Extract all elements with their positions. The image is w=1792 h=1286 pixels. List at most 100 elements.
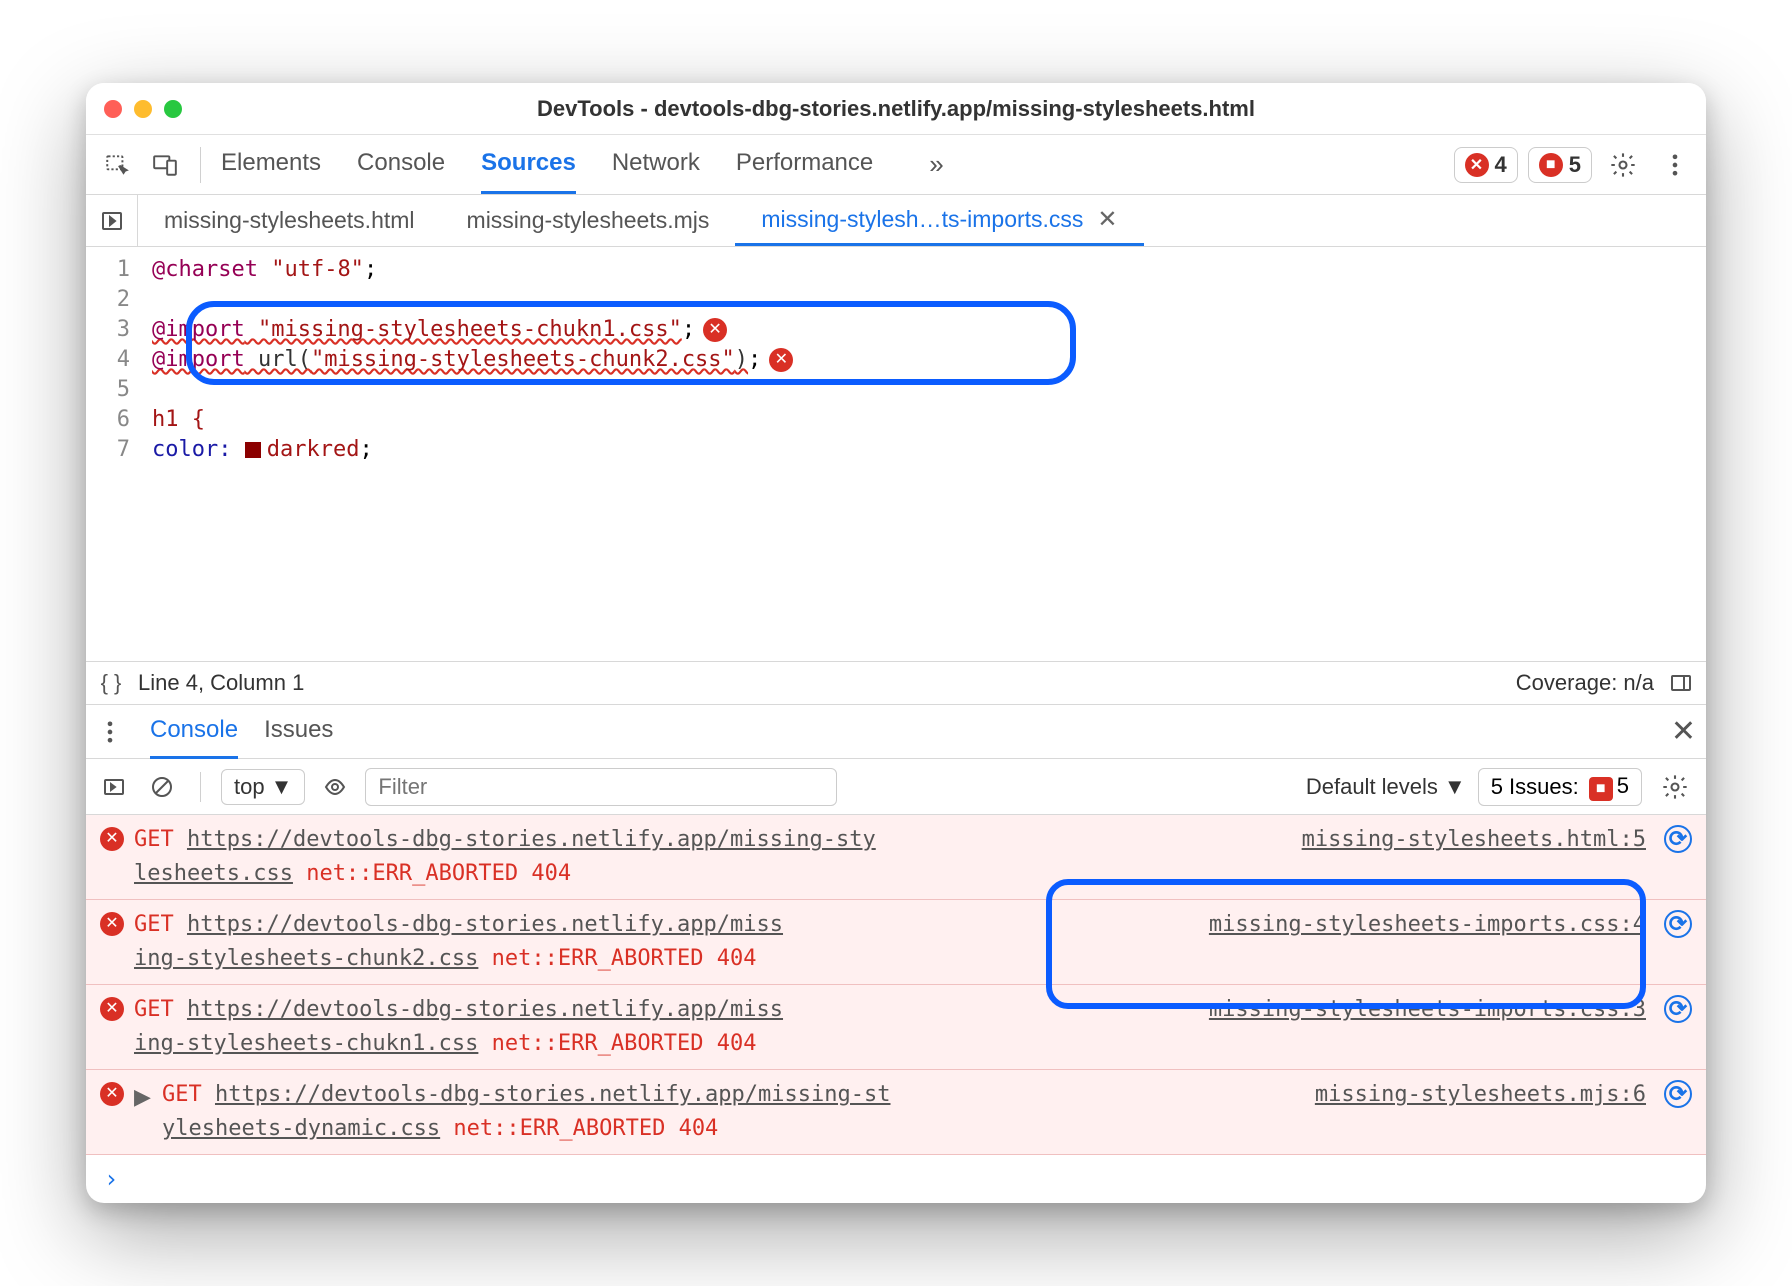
issues-count: 5 [1617,773,1629,798]
chevron-down-icon: ▼ [1444,774,1466,800]
file-tab-1[interactable]: missing-stylesheets.mjs [441,195,736,246]
request-url[interactable]: https://devtools-dbg-stories.netlify.app… [187,827,876,852]
console-message[interactable]: ✕ ▶ GET https://devtools-dbg-stories.net… [86,1070,1706,1155]
device-toolbar-icon[interactable] [144,144,186,186]
request-method: GET [134,827,187,852]
cursor-position: Line 4, Column 1 [138,670,304,696]
tab-elements[interactable]: Elements [221,135,321,194]
code-token: darkred [267,437,360,462]
reload-icon[interactable]: ⟳ [1664,1080,1692,1108]
request-url[interactable]: ing-stylesheets-chunk2.css [134,946,478,971]
console-message[interactable]: ✕ GET https://devtools-dbg-stories.netli… [86,985,1706,1070]
drawer-tabs: Console Issues ✕ [86,705,1706,759]
error-icon: ✕ [100,1082,124,1106]
code-token: "missing-stylesheets-chunk2.css" [311,347,735,372]
error-icon: ✕ [100,912,124,936]
request-url[interactable]: https://devtools-dbg-stories.netlify.app… [187,912,783,937]
request-url[interactable]: ylesheets-dynamic.css [162,1116,440,1141]
issues-label: 5 Issues: [1491,774,1579,800]
inspect-element-icon[interactable] [96,144,138,186]
drawer-tab-issues[interactable]: Issues [264,704,333,759]
code-token: h1 { [152,407,205,432]
drawer: Console Issues ✕ top ▼ Default levels [86,705,1706,1203]
show-navigator-icon[interactable] [86,195,138,246]
context-label: top [234,774,265,800]
code-content[interactable]: @charset "utf-8"; @import "missing-style… [142,247,803,661]
inline-error-icon[interactable]: ✕ [769,348,793,372]
request-url[interactable]: lesheets.css [134,861,293,886]
sidebar-toggle-icon[interactable] [1666,668,1696,698]
tab-console[interactable]: Console [357,135,445,194]
source-link[interactable]: missing-stylesheets-imports.css:3 [1209,993,1646,1027]
issues-badge[interactable]: ■ 5 [1528,147,1592,183]
more-tabs-button[interactable]: » [909,149,963,180]
source-editor[interactable]: 1 2 3 4 5 6 7 @charset "utf-8"; @import … [86,247,1706,661]
toolbar-right: ✕ 4 ■ 5 [1454,144,1697,186]
pretty-print-icon[interactable]: { } [96,668,126,698]
toolbar-divider [200,147,201,183]
errors-badge[interactable]: ✕ 4 [1454,147,1518,183]
error-icon: ✕ [100,997,124,1021]
source-link[interactable]: missing-stylesheets-imports.css:4 [1209,908,1646,942]
live-expression-icon[interactable] [317,769,353,805]
code-token: "utf-8" [258,257,364,282]
code-token: @import [152,317,245,342]
levels-label: Default levels [1306,774,1438,800]
line-gutter: 1 2 3 4 5 6 7 [86,247,142,661]
kebab-menu-icon[interactable] [1654,144,1696,186]
line-number: 1 [86,255,130,285]
file-tab-0[interactable]: missing-stylesheets.html [138,195,441,246]
log-level-selector[interactable]: Default levels ▼ [1306,774,1466,800]
statusbar: { } Line 4, Column 1 Coverage: n/a [86,661,1706,705]
drawer-tab-console[interactable]: Console [150,704,238,759]
inline-error-icon[interactable]: ✕ [703,318,727,342]
color-swatch[interactable] [245,442,261,458]
error-text: net::ERR_ABORTED 404 [440,1116,718,1141]
close-icon[interactable]: ✕ [1671,714,1696,749]
console-prompt[interactable]: › [86,1155,1706,1203]
console-message[interactable]: ✕ GET https://devtools-dbg-stories.netli… [86,815,1706,900]
console-settings-icon[interactable] [1654,766,1696,808]
toolbar-divider [200,772,201,802]
file-tab-label: missing-stylesheets.html [164,207,415,234]
code-token: @import [152,347,245,372]
tab-sources[interactable]: Sources [481,135,576,194]
request-url[interactable]: https://devtools-dbg-stories.netlify.app… [187,997,783,1022]
file-tab-label: missing-stylesh…ts-imports.css [761,206,1083,233]
reload-icon[interactable]: ⟳ [1664,825,1692,853]
issue-icon: ■ [1539,153,1563,177]
code-token: color: [152,437,231,462]
reload-icon[interactable]: ⟳ [1664,995,1692,1023]
request-url[interactable]: ing-stylesheets-chukn1.css [134,1031,478,1056]
request-url[interactable]: https://devtools-dbg-stories.netlify.app… [215,1082,891,1107]
tab-network[interactable]: Network [612,135,700,194]
source-link[interactable]: missing-stylesheets.mjs:6 [1315,1078,1646,1112]
error-text: net::ERR_ABORTED 404 [293,861,571,886]
errors-count: 4 [1495,152,1507,178]
filter-input[interactable] [365,768,836,806]
panel-tabs: Elements Console Sources Network Perform… [215,135,1448,194]
issues-pill[interactable]: 5 Issues: ■5 [1478,768,1642,806]
source-link[interactable]: missing-stylesheets.html:5 [1302,823,1646,857]
settings-icon[interactable] [1602,144,1644,186]
issues-count: 5 [1569,152,1581,178]
file-tab-2[interactable]: missing-stylesh…ts-imports.css ✕ [735,195,1143,246]
file-tab-label: missing-stylesheets.mjs [467,207,710,234]
console-sidebar-toggle-icon[interactable] [96,769,132,805]
clear-console-icon[interactable] [144,769,180,805]
tab-performance[interactable]: Performance [736,135,873,194]
chevron-down-icon: ▼ [271,774,293,800]
reload-icon[interactable]: ⟳ [1664,910,1692,938]
line-number: 4 [86,345,130,375]
code-token: ) [735,347,748,372]
close-icon[interactable]: ✕ [1097,205,1117,234]
console-message[interactable]: ✕ GET https://devtools-dbg-stories.netli… [86,900,1706,985]
line-number: 3 [86,315,130,345]
error-text: net::ERR_ABORTED 404 [478,946,756,971]
line-number: 5 [86,375,130,405]
drawer-kebab-icon[interactable] [96,711,124,753]
request-method: GET [134,997,187,1022]
request-method: GET [134,912,187,937]
context-selector[interactable]: top ▼ [221,769,305,805]
expand-arrow-icon[interactable]: ▶ [134,1080,152,1114]
